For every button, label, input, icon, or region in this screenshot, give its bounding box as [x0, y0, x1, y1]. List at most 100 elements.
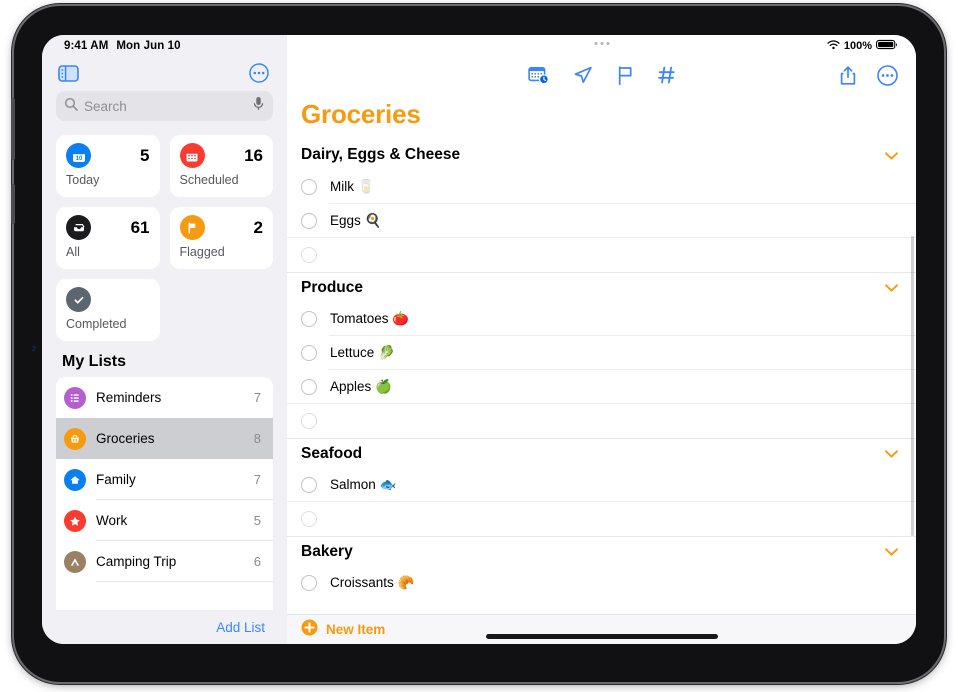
share-icon[interactable] — [839, 65, 857, 86]
item-title: Eggs 🍳 — [330, 213, 382, 228]
house-icon — [64, 468, 86, 491]
sidebar-item-label: Work — [96, 513, 128, 528]
list-item[interactable]: Croissants 🥐 — [287, 566, 916, 600]
watermark: 2 — [32, 346, 36, 353]
sidebar-item-count: 5 — [253, 513, 261, 528]
smart-list-today[interactable]: 10 5 Today — [56, 135, 160, 197]
tent-icon — [64, 550, 86, 573]
chevron-down-icon[interactable] — [885, 544, 898, 559]
complete-circle[interactable] — [301, 213, 317, 229]
main-toolbar — [287, 55, 916, 95]
search-wrap: Search — [42, 91, 287, 121]
sidebar-item-count: 8 — [253, 431, 261, 446]
svg-text:10: 10 — [75, 156, 82, 162]
calendar-icon — [179, 143, 205, 168]
search-input[interactable]: Search — [56, 91, 273, 121]
smart-list-completed[interactable]: Completed — [56, 279, 160, 341]
smart-list-count: 2 — [253, 217, 263, 237]
search-icon — [64, 97, 78, 116]
new-item-button[interactable]: New Item — [287, 614, 916, 644]
sidebar-item-groceries[interactable]: Groceries 8 — [56, 418, 273, 459]
list-item[interactable]: Apples 🍏 — [287, 370, 916, 404]
smart-list-label: Flagged — [179, 245, 225, 259]
calendar-clock-icon[interactable] — [527, 65, 549, 85]
chevron-down-icon[interactable] — [885, 446, 898, 461]
sections-container: Dairy, Eggs & Cheese Milk 🥛 Eggs 🍳 Produ… — [287, 140, 916, 614]
volume-button[interactable] — [11, 184, 15, 224]
my-lists-card: Reminders 7 Groceries 8 Family 7 Work 5 … — [56, 377, 273, 610]
smart-list-label: All — [66, 245, 80, 259]
section-header-dairy[interactable]: Dairy, Eggs & Cheese — [287, 140, 916, 170]
smart-list-count: 61 — [130, 217, 150, 237]
flag-icon[interactable] — [616, 65, 634, 86]
list-item[interactable]: Salmon 🐟 — [287, 468, 916, 502]
sidebar-item-count: 7 — [253, 390, 261, 405]
power-button[interactable] — [11, 98, 15, 160]
sidebar-item-count: 6 — [253, 554, 261, 569]
section-header-bakery[interactable]: Bakery — [287, 536, 916, 566]
add-list-button[interactable]: Add List — [216, 620, 265, 635]
sidebar-item-work[interactable]: Work 5 — [56, 500, 273, 541]
location-arrow-icon[interactable] — [572, 65, 593, 86]
smart-list-label: Today — [66, 173, 100, 187]
status-bar-right: 100% — [287, 35, 916, 55]
ellipsis-circle-icon[interactable] — [877, 64, 898, 86]
section-header-produce[interactable]: Produce — [287, 272, 916, 302]
complete-circle[interactable] — [301, 179, 317, 195]
list-item[interactable]: Lettuce 🥬 — [287, 336, 916, 370]
sidebar-toggle-icon[interactable] — [58, 64, 79, 82]
sidebar-item-family[interactable]: Family 7 — [56, 459, 273, 500]
multitasking-handle-icon[interactable] — [594, 42, 609, 45]
new-item-label: New Item — [326, 622, 386, 637]
smart-list-scheduled[interactable]: 16 Scheduled — [169, 135, 273, 197]
sidebar-item-camping-trip[interactable]: Camping Trip 6 — [56, 541, 273, 582]
device-frame: 2 9:41 AM Mon Jun 10 Search 10 5 Today 1… — [11, 6, 944, 682]
list-item[interactable]: Eggs 🍳 — [287, 204, 916, 238]
main-pane: 100% Groceries Dairy, Eggs & Cheese Milk… — [287, 35, 916, 644]
vertical-scrollbar[interactable] — [911, 236, 914, 536]
new-item-placeholder-row[interactable] — [287, 238, 916, 272]
section-title: Dairy, Eggs & Cheese — [301, 146, 461, 163]
smart-list-count: 5 — [140, 145, 150, 165]
item-title: Lettuce 🥬 — [330, 345, 395, 360]
complete-circle[interactable] — [301, 477, 317, 493]
item-title: Milk 🥛 — [330, 179, 375, 194]
new-item-placeholder-row[interactable] — [287, 502, 916, 536]
complete-circle[interactable] — [301, 247, 317, 263]
smart-list-label: Completed — [66, 317, 127, 331]
sidebar-item-label: Family — [96, 472, 136, 487]
device-screen: 9:41 AM Mon Jun 10 Search 10 5 Today 16 … — [42, 35, 916, 644]
smart-list-label: Scheduled — [179, 173, 239, 187]
item-title: Salmon 🐟 — [330, 477, 397, 492]
section-title: Bakery — [301, 542, 353, 560]
list-item[interactable]: Milk 🥛 — [287, 170, 916, 204]
tray-icon — [66, 215, 91, 240]
plus-circle-icon — [301, 619, 318, 641]
complete-circle[interactable] — [301, 379, 317, 395]
chevron-down-icon[interactable] — [885, 148, 898, 163]
star-icon — [64, 509, 86, 532]
sidebar-item-label: Reminders — [96, 390, 162, 405]
complete-circle[interactable] — [301, 511, 317, 527]
complete-circle[interactable] — [301, 575, 317, 591]
smart-list-flagged[interactable]: 2 Flagged — [169, 207, 273, 269]
section-header-seafood[interactable]: Seafood — [287, 438, 916, 468]
home-indicator[interactable] — [485, 634, 718, 639]
status-date: Mon Jun 10 — [116, 40, 181, 52]
list-item[interactable]: Tomatoes 🍅 — [287, 302, 916, 336]
sidebar-item-label: Groceries — [96, 431, 155, 446]
complete-circle[interactable] — [301, 413, 317, 429]
hashtag-icon[interactable] — [657, 65, 676, 85]
microphone-icon[interactable] — [252, 96, 265, 116]
ellipsis-circle-icon[interactable] — [249, 63, 269, 83]
list-bullet-icon — [64, 386, 86, 409]
chevron-down-icon[interactable] — [885, 280, 898, 295]
complete-circle[interactable] — [301, 345, 317, 361]
complete-circle[interactable] — [301, 311, 317, 327]
list-item[interactable] — [56, 582, 273, 610]
new-item-placeholder-row[interactable] — [287, 404, 916, 438]
sidebar-item-count: 7 — [253, 472, 261, 487]
status-time: 9:41 AM — [64, 40, 109, 52]
sidebar-item-reminders[interactable]: Reminders 7 — [56, 377, 273, 418]
smart-list-all[interactable]: 61 All — [56, 207, 160, 269]
